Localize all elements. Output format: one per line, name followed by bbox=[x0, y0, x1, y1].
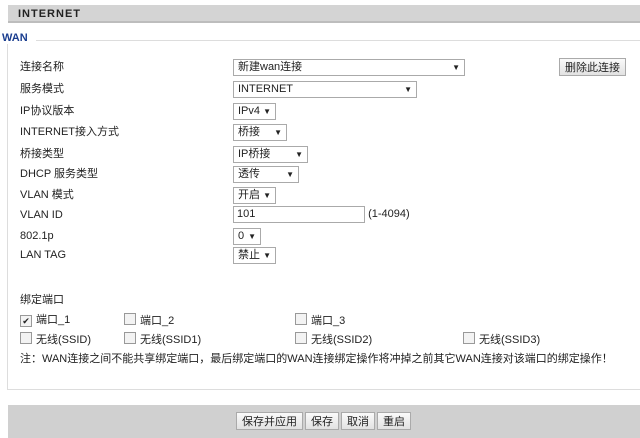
dhcp-type-label: DHCP 服务类型 bbox=[20, 168, 99, 180]
dhcp-type-value: 透传 bbox=[238, 168, 260, 180]
checkbox-icon bbox=[124, 313, 136, 325]
port-2-checkbox[interactable]: 端口_2 bbox=[124, 313, 174, 327]
save-button[interactable]: 保存 bbox=[305, 412, 339, 430]
ssid2-label: 无线(SSID2) bbox=[311, 334, 373, 346]
8021p-select[interactable]: 0 ▼ bbox=[233, 228, 261, 245]
port-3-checkbox[interactable]: 端口_3 bbox=[295, 313, 345, 327]
access-mode-value: 桥接 bbox=[238, 126, 260, 138]
checkbox-icon bbox=[124, 332, 136, 344]
lan-tag-label: LAN TAG bbox=[20, 249, 67, 261]
access-mode-select[interactable]: 桥接 ▼ bbox=[233, 124, 287, 141]
bridge-type-select[interactable]: IP桥接 ▼ bbox=[233, 146, 308, 163]
vlan-id-input[interactable]: 101 bbox=[233, 206, 365, 223]
vlan-mode-select[interactable]: 开启 ▼ bbox=[233, 187, 276, 204]
chevron-down-icon: ▼ bbox=[248, 232, 256, 241]
8021p-label: 802.1p bbox=[20, 230, 54, 242]
chevron-down-icon: ▼ bbox=[286, 170, 294, 179]
vlan-id-hint: (1-4094) bbox=[368, 208, 410, 220]
port-1-checkbox[interactable]: ✔ 端口_1 bbox=[20, 313, 70, 327]
port-3-label: 端口_3 bbox=[311, 315, 346, 327]
checkbox-icon bbox=[20, 332, 32, 344]
chevron-down-icon: ▼ bbox=[263, 251, 271, 260]
reboot-button[interactable]: 重启 bbox=[377, 412, 411, 430]
ssid1-label: 无线(SSID1) bbox=[140, 334, 202, 346]
cancel-button[interactable]: 取消 bbox=[341, 412, 375, 430]
save-apply-button[interactable]: 保存并应用 bbox=[236, 412, 303, 430]
vlan-mode-label: VLAN 模式 bbox=[20, 189, 74, 201]
delete-connection-button[interactable]: 删除此连接 bbox=[559, 58, 626, 76]
chevron-down-icon: ▼ bbox=[404, 85, 412, 94]
ip-version-select[interactable]: IPv4 ▼ bbox=[233, 103, 276, 120]
access-mode-label: INTERNET接入方式 bbox=[20, 126, 119, 138]
checkbox-icon bbox=[295, 332, 307, 344]
port-2-label: 端口_2 bbox=[140, 315, 175, 327]
section-header: INTERNET bbox=[8, 5, 640, 23]
8021p-value: 0 bbox=[238, 230, 245, 242]
ip-version-label: IP协议版本 bbox=[20, 105, 75, 117]
dhcp-type-select[interactable]: 透传 ▼ bbox=[233, 166, 299, 183]
ssid-checkbox[interactable]: 无线(SSID) bbox=[20, 332, 91, 346]
conn-name-label: 连接名称 bbox=[20, 61, 64, 73]
bridge-type-value: IP桥接 bbox=[238, 148, 271, 160]
ssid2-checkbox[interactable]: 无线(SSID2) bbox=[295, 332, 372, 346]
ssid-label: 无线(SSID) bbox=[36, 334, 91, 346]
ip-version-value: IPv4 bbox=[238, 105, 261, 117]
bridge-type-label: 桥接类型 bbox=[20, 148, 64, 160]
checkbox-icon bbox=[295, 313, 307, 325]
ssid3-checkbox[interactable]: 无线(SSID3) bbox=[463, 332, 540, 346]
conn-name-select[interactable]: 新建wan连接 ▼ bbox=[233, 59, 465, 76]
conn-name-value: 新建wan连接 bbox=[238, 61, 303, 73]
vlan-id-label: VLAN ID bbox=[20, 209, 63, 221]
ssid1-checkbox[interactable]: 无线(SSID1) bbox=[124, 332, 201, 346]
lan-tag-select[interactable]: 禁止 ▼ bbox=[233, 247, 276, 264]
port-1-label: 端口_1 bbox=[36, 314, 71, 326]
checkbox-icon bbox=[463, 332, 475, 344]
chevron-down-icon: ▼ bbox=[274, 128, 282, 137]
lan-tag-value: 禁止 bbox=[238, 249, 260, 261]
chevron-down-icon: ▼ bbox=[295, 150, 303, 159]
bind-port-label: 绑定端口 bbox=[20, 294, 64, 306]
vlan-mode-value: 开启 bbox=[238, 189, 260, 201]
chevron-down-icon: ▼ bbox=[263, 107, 271, 116]
checkbox-checked-icon: ✔ bbox=[20, 315, 32, 327]
chevron-down-icon: ▼ bbox=[263, 191, 271, 200]
chevron-down-icon: ▼ bbox=[452, 63, 460, 72]
ssid3-label: 无线(SSID3) bbox=[479, 334, 541, 346]
service-mode-label: 服务模式 bbox=[20, 83, 64, 95]
bind-note: 注：WAN连接之间不能共享绑定端口，最后绑定端口的WAN连接绑定操作将冲掉之前其… bbox=[20, 353, 613, 365]
service-mode-select[interactable]: INTERNET ▼ bbox=[233, 81, 417, 98]
service-mode-value: INTERNET bbox=[238, 83, 293, 95]
wan-legend: WAN bbox=[2, 32, 36, 44]
